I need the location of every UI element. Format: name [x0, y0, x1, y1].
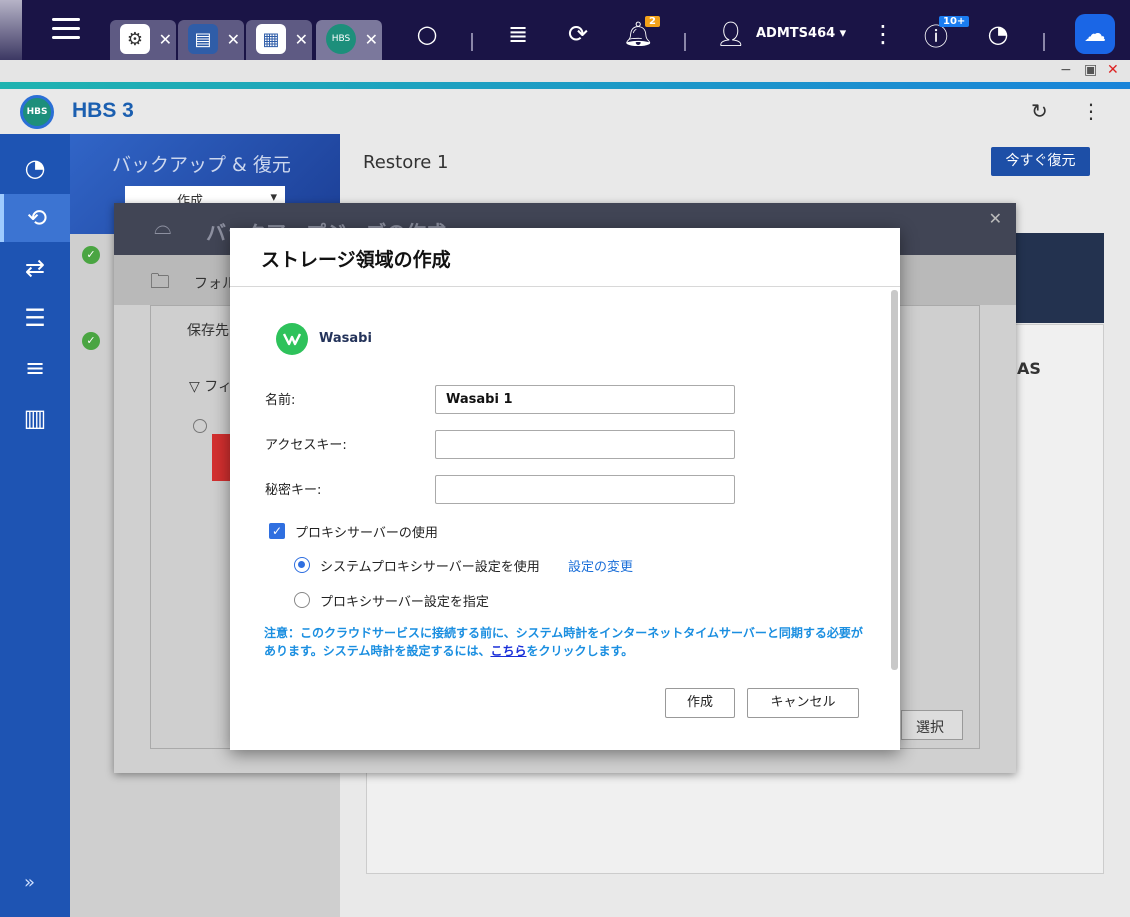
sync-icon[interactable]: ⟳ [562, 18, 594, 50]
maximize-icon[interactable]: ▣ [1084, 62, 1097, 78]
create-storage-space-dialog: ストレージ領域の作成 Wasabi 名前: アクセスキー: 秘密キー: ✓ プロ… [230, 228, 900, 750]
close-icon[interactable]: ✕ [989, 209, 1002, 228]
backup-drive-icon: ⌓ [154, 215, 172, 240]
create-button[interactable]: 作成 [665, 688, 735, 718]
more-vertical-icon[interactable]: ⋮ [867, 18, 899, 50]
sidebar-sync-icon[interactable]: ⇄ [0, 244, 70, 292]
minimize-icon[interactable]: − [1060, 62, 1072, 78]
cancel-button[interactable]: キャンセル [747, 688, 859, 718]
app-tab-hbs[interactable]: HBS ✕ [316, 20, 382, 60]
taskbar-separator [1043, 33, 1045, 51]
sidebar-services-icon[interactable]: ▥ [0, 394, 70, 442]
close-icon[interactable]: ✕ [365, 30, 378, 49]
nas-label: AS [1017, 359, 1041, 378]
dialog-scrollbar[interactable] [891, 290, 898, 670]
user-icon[interactable]: 👤︎ [715, 18, 747, 50]
app-header: HBS HBS 3 ↻ ⋮ [0, 89, 1130, 134]
use-proxy-label: プロキシサーバーの使用 [295, 526, 438, 541]
filter-label[interactable]: ▽ フィ [189, 376, 232, 396]
dashboard-icon[interactable]: ◔ [982, 18, 1014, 50]
left-panel-title: バックアップ & 復元 [112, 154, 291, 176]
cloud-icon[interactable]: ☁ [1075, 14, 1115, 54]
set-clock-link[interactable]: こちら [490, 644, 526, 658]
username-label: ADMTS464 [756, 26, 836, 41]
notification-badge: 2 [645, 16, 660, 27]
provider-name: Wasabi [319, 331, 372, 346]
page-title: Restore 1 [363, 152, 449, 173]
select-button[interactable]: 選択 [901, 710, 963, 740]
destination-label: 保存先 [187, 323, 229, 339]
close-icon[interactable]: ✕ [227, 30, 240, 49]
storage-app-icon: ▤ [188, 24, 218, 54]
secret-key-label: 秘密キー: [265, 483, 322, 498]
accent-stripe [0, 82, 1130, 89]
system-proxy-radio[interactable] [294, 557, 310, 573]
system-proxy-label: システムプロキシサーバー設定を使用 [320, 560, 540, 575]
close-icon[interactable]: ✕ [159, 30, 172, 49]
custom-proxy-radio[interactable] [294, 592, 310, 608]
sidebar-overview-icon[interactable]: ◔ [0, 144, 70, 192]
name-label: 名前: [265, 393, 296, 408]
sidebar: ◔ ⟲ ⇄ ☰ ≡ ▥ » [0, 134, 70, 917]
name-input[interactable] [435, 385, 735, 414]
use-proxy-checkbox[interactable]: ✓ [269, 523, 285, 539]
window-titlebar: − ▣ ✕ [0, 60, 1130, 82]
app-tab-storage[interactable]: ▤ ✕ [178, 20, 244, 60]
username-menu[interactable]: ADMTS464 ▾ [756, 26, 846, 41]
custom-proxy-label: プロキシサーバー設定を指定 [320, 595, 489, 610]
taskbar-separator [471, 33, 473, 51]
app-tab-resource[interactable]: ▦ ✕ [246, 20, 312, 60]
close-icon[interactable]: ✕ [1107, 62, 1119, 78]
provider-radio[interactable] [193, 419, 207, 433]
taskbar-separator [684, 33, 686, 51]
expand-sidebar-icon[interactable]: » [24, 872, 35, 893]
sidebar-storage-icon[interactable]: ≡ [0, 344, 70, 392]
folder-check-icon: 🗀 [150, 269, 170, 293]
filter-label-text: フィ [204, 379, 232, 395]
taskbar-corner [0, 0, 22, 60]
main-menu-button[interactable] [52, 18, 80, 46]
wasabi-logo-icon [276, 323, 308, 355]
access-key-label: アクセスキー: [265, 438, 347, 453]
hbs-logo-icon: HBS [20, 95, 54, 129]
provider-logo-partial [212, 434, 232, 481]
stack-icon[interactable]: ≣ [502, 18, 534, 50]
app-tab-control-panel[interactable]: ⚙ ✕ [110, 20, 176, 60]
qts-taskbar: ⚙ ✕ ▤ ✕ ▦ ✕ HBS ✕ ○ ≣ ⟳ 🔔︎ 2 👤︎ ADMTS464 ▾ ⋮… [0, 0, 1130, 68]
restore-now-button[interactable]: 今すぐ復元 [991, 147, 1090, 176]
more-vertical-icon[interactable]: ⋮ [1081, 99, 1101, 123]
sidebar-jobs-icon[interactable]: ☰ [0, 294, 70, 342]
note-text-end: をクリックします。 [526, 644, 634, 658]
status-ok-icon: ✓ [82, 332, 100, 350]
hbs-app-icon: HBS [326, 24, 356, 54]
access-key-input[interactable] [435, 430, 735, 459]
dialog-title: ストレージ領域の作成 [261, 249, 451, 271]
time-sync-note: 注意：このクラウドサービスに接続する前に、システム時計をインターネットタイムサー… [264, 624, 864, 660]
search-icon[interactable]: ○ [411, 18, 443, 50]
task-badge: 10+ [939, 16, 970, 27]
gear-icon: ⚙ [120, 24, 150, 54]
refresh-icon[interactable]: ↻ [1031, 99, 1048, 123]
secret-key-input[interactable] [435, 475, 735, 504]
change-settings-link[interactable]: 設定の変更 [568, 556, 633, 575]
status-ok-icon: ✓ [82, 246, 100, 264]
resource-app-icon: ▦ [256, 24, 286, 54]
dialog-divider [230, 286, 900, 287]
app-title: HBS 3 [72, 99, 134, 122]
close-icon[interactable]: ✕ [295, 30, 308, 49]
sidebar-backup-restore-icon[interactable]: ⟲ [0, 194, 70, 242]
